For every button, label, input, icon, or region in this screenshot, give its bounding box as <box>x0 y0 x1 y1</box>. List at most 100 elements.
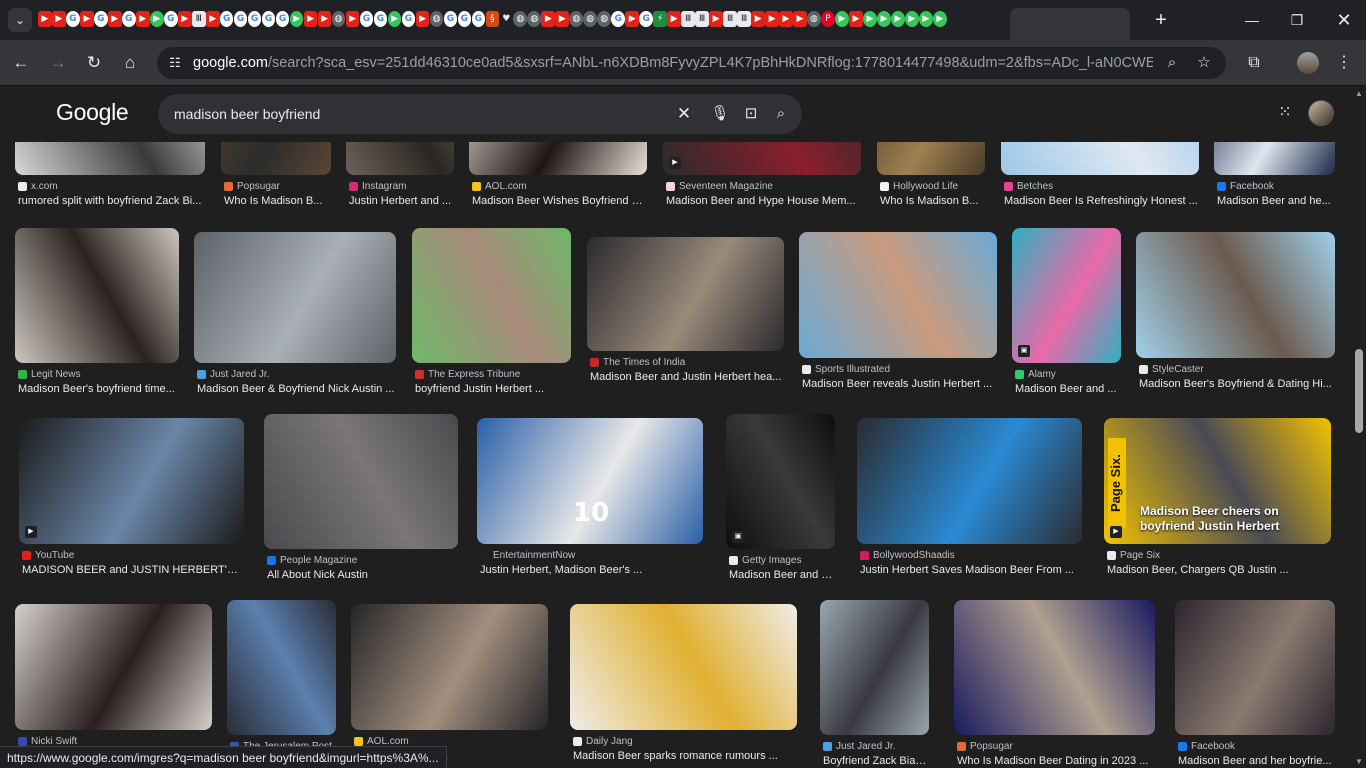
tab-favicon-icon[interactable]: G <box>121 11 136 27</box>
tab-favicon-icon[interactable]: ▶ <box>289 11 304 27</box>
image-result-card[interactable]: Facebook Madison Beer and her boyfrie... <box>1175 600 1335 768</box>
bookmark-star-icon[interactable]: ☆ <box>1194 53 1214 73</box>
tab-favicon-icon[interactable]: ♥ <box>499 11 514 27</box>
search-input[interactable]: madison beer boyfriend <box>174 106 320 122</box>
tab-favicon-icon[interactable]: ▶ <box>625 11 640 27</box>
result-source[interactable]: EntertainmentNow <box>480 550 702 561</box>
result-source[interactable]: YouTube <box>22 550 243 561</box>
result-title[interactable]: Justin Herbert Saves Madison Beer From .… <box>860 564 1081 576</box>
result-title[interactable]: Madison Beer & Boyfriend Nick Austin ... <box>197 383 395 395</box>
result-source[interactable]: The Express Tribune <box>415 369 570 380</box>
image-result-card[interactable]: 10 EntertainmentNow Justin Herbert, Madiso… <box>477 418 703 598</box>
tab-favicon-icon[interactable]: ▶ <box>667 11 681 27</box>
result-source[interactable]: Betches <box>1004 181 1198 192</box>
back-button[interactable]: ← <box>8 50 34 76</box>
result-source[interactable]: People Magazine <box>267 555 457 566</box>
page-scrollbar[interactable]: ▲ ▼ <box>1352 87 1366 768</box>
tab-favicon-icon[interactable]: G <box>471 11 486 27</box>
result-title[interactable]: Madison Beer sparks romance rumours ... <box>573 750 796 762</box>
result-source[interactable]: Facebook <box>1217 181 1334 192</box>
result-thumbnail[interactable]: Page Six. Madison Beer cheers on boyfrien… <box>1104 418 1331 544</box>
result-source[interactable]: Facebook <box>1178 741 1334 752</box>
result-thumbnail[interactable] <box>1012 228 1121 363</box>
result-source[interactable]: Just Jared Jr. <box>823 741 928 752</box>
google-logo[interactable]: Google <box>56 99 129 126</box>
result-source[interactable]: Getty Images <box>729 555 834 566</box>
camera-lens-icon[interactable]: ⊡ <box>741 104 761 124</box>
apps-grid-icon[interactable]: ⁙ <box>1276 104 1294 122</box>
minimize-icon[interactable]: — <box>1240 8 1264 32</box>
image-result-card[interactable]: The Times of India Madison Beer and Justi… <box>587 237 784 405</box>
result-thumbnail[interactable] <box>351 604 548 730</box>
image-result-card[interactable]: Just Jared Jr. Madison Beer & Boyfriend N… <box>194 232 396 417</box>
result-source[interactable]: Just Jared Jr. <box>197 369 395 380</box>
tab-favicon-icon[interactable]: ◍ <box>597 11 612 27</box>
result-source[interactable]: Alamy <box>1015 369 1120 380</box>
tab-favicon-icon[interactable]: ▶ <box>541 11 556 27</box>
microphone-icon[interactable]: 🎙︎ <box>710 104 730 124</box>
result-title[interactable]: Justin Herbert, Madison Beer's ... <box>480 564 702 576</box>
profile-avatar[interactable] <box>1297 52 1319 74</box>
tab-favicon-icon[interactable]: G <box>373 11 388 27</box>
forward-button[interactable]: → <box>45 50 71 76</box>
result-source[interactable]: Hollywood Life <box>880 181 984 192</box>
result-title[interactable]: Madison Beer and he... <box>1217 195 1334 207</box>
result-thumbnail[interactable] <box>1136 232 1335 358</box>
tab-favicon-icon[interactable]: G <box>163 11 178 27</box>
result-source[interactable]: Page Six <box>1107 550 1330 561</box>
result-source[interactable]: The Times of India <box>590 357 783 368</box>
result-title[interactable]: boyfriend Justin Herbert ... <box>415 383 570 395</box>
result-source[interactable]: Seventeen Magazine <box>666 181 860 192</box>
account-avatar[interactable] <box>1308 100 1334 126</box>
tab-favicon-icon[interactable]: ▶ <box>891 11 905 27</box>
tab-favicon-icon[interactable]: ▶ <box>387 11 402 27</box>
tab-favicon-icon[interactable]: Ⅲ <box>191 11 206 27</box>
result-source[interactable]: Legit News <box>18 369 178 380</box>
image-result-card[interactable]: Popsugar Who Is Madison Beer Dating in 20… <box>954 600 1155 768</box>
new-tab-button[interactable]: + <box>1150 9 1172 31</box>
tab-favicon-icon[interactable]: ▶ <box>835 11 849 27</box>
result-thumbnail[interactable] <box>820 600 929 735</box>
tab-favicon-icon[interactable]: ▶ <box>709 11 723 27</box>
tab-favicon-icon[interactable]: ▶ <box>905 11 919 27</box>
tab-favicon-icon[interactable]: ▶ <box>849 11 863 27</box>
image-result-card[interactable]: Alamy Madison Beer and ... ▣ <box>1012 228 1121 417</box>
result-title[interactable]: Madison Beer and ... <box>1015 383 1120 395</box>
tab-favicon-icon[interactable]: Ⅲ <box>723 11 737 27</box>
result-source[interactable]: StyleCaster <box>1139 364 1334 375</box>
result-thumbnail[interactable]: 10 <box>477 418 703 544</box>
extensions-icon[interactable]: ⧉ <box>1241 50 1267 76</box>
scroll-up-arrow-icon[interactable]: ▲ <box>1355 89 1363 98</box>
tab-favicon-icon[interactable]: ▶ <box>177 11 192 27</box>
result-thumbnail[interactable] <box>19 418 244 544</box>
url-text[interactable]: google.com/search?sca_esv=251dd46310ce0a… <box>193 55 1153 71</box>
image-result-card[interactable]: Sports Illustrated Madison Beer reveals J… <box>799 232 997 412</box>
reload-button[interactable]: ↻ <box>81 50 107 76</box>
image-result-card[interactable]: AOL.coms Courtside Date ... <box>351 604 548 768</box>
image-result-card[interactable]: BollywoodShaadis Justin Herbert Saves Mad… <box>857 418 1082 598</box>
result-thumbnail[interactable] <box>227 600 336 735</box>
zoom-search-icon[interactable]: ⌕ <box>1162 53 1182 73</box>
image-result-card[interactable]: Nicki Swift <box>15 604 212 768</box>
result-title[interactable]: Madison Beer and her boyfrie... <box>1178 755 1334 767</box>
result-thumbnail[interactable] <box>412 228 571 363</box>
tab-favicon-icon[interactable]: ▶ <box>317 11 332 27</box>
tab-favicon-icon[interactable]: ▶ <box>205 11 220 27</box>
tab-favicon-icon[interactable]: G <box>639 11 654 27</box>
result-title[interactable]: Who Is Madison B... <box>224 195 330 207</box>
tab-favicon-icon[interactable]: Ⅲ <box>681 11 695 27</box>
search-box[interactable]: madison beer boyfriend ✕ 🎙︎ ⊡ ⌕ <box>158 94 802 134</box>
image-result-card[interactable]: YouTube MADISON BEER and JUSTIN HERBERT'S… <box>19 418 244 598</box>
tab-favicon-icon[interactable]: ▶ <box>107 11 122 27</box>
site-info-icon[interactable]: ☷ <box>165 53 185 73</box>
tab-favicon-icon[interactable]: ◍ <box>527 11 542 27</box>
result-thumbnail[interactable] <box>799 232 997 358</box>
result-title[interactable]: All About Nick Austin <box>267 569 457 581</box>
tab-favicon-icon[interactable]: ▶ <box>415 11 430 27</box>
tab-favicon-icon[interactable]: G <box>401 11 416 27</box>
result-title[interactable]: Madison Beer Wishes Boyfriend J... <box>472 195 646 207</box>
tab-favicon-icon[interactable]: ▶ <box>765 11 779 27</box>
scroll-thumb[interactable] <box>1355 349 1363 433</box>
image-result-card[interactable]: The Express Tribune boyfriend Justin Herb… <box>412 228 571 417</box>
result-title[interactable]: rumored split with boyfriend Zack Bi... <box>18 195 204 207</box>
